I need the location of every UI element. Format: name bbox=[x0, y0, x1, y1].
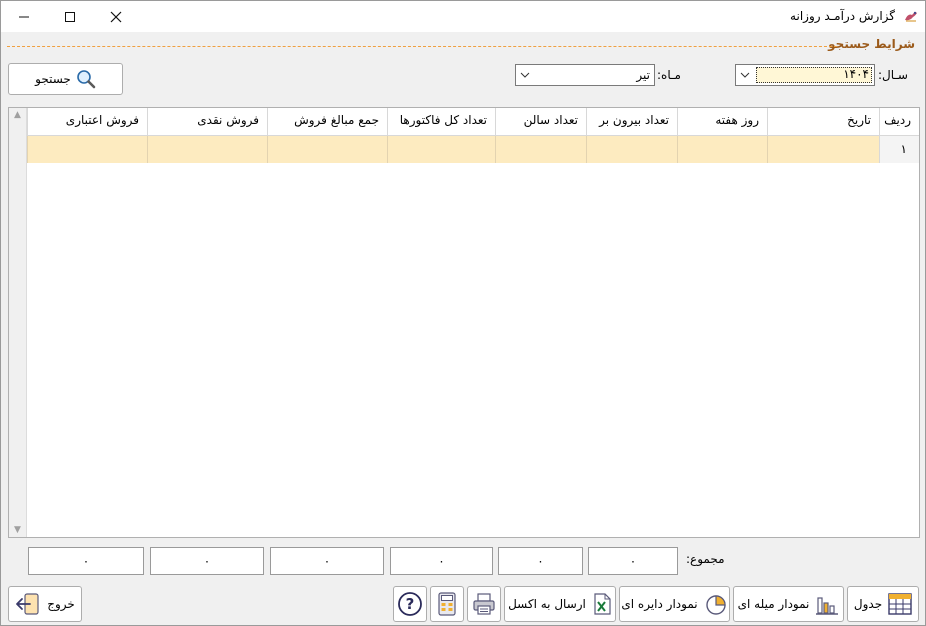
column-header[interactable]: فروش نقدی bbox=[147, 108, 267, 136]
column-header[interactable]: فروش اعتباری bbox=[27, 108, 147, 136]
table-cell[interactable] bbox=[267, 136, 387, 163]
bar-chart-button[interactable]: نمودار میله ای bbox=[733, 586, 844, 622]
year-select[interactable]: ۱۴۰۴ bbox=[735, 64, 875, 86]
pie-chart-button[interactable]: نمودار دایره ای bbox=[619, 586, 730, 622]
month-label: مـاه: bbox=[657, 68, 681, 82]
printer-icon bbox=[473, 593, 495, 615]
search-icon bbox=[77, 70, 96, 89]
print-button[interactable] bbox=[467, 586, 501, 622]
search-button-label: جستجو bbox=[35, 72, 71, 86]
exit-button[interactable]: خروج bbox=[8, 586, 82, 622]
table-cell[interactable] bbox=[495, 136, 586, 163]
minimize-button[interactable] bbox=[1, 1, 47, 32]
app-logo-icon bbox=[905, 11, 917, 22]
report-window: گزارش درآمـد روزانه شرایط جستجو سـال: ۱۴… bbox=[0, 0, 926, 626]
table-row[interactable]: ۱ bbox=[27, 136, 919, 163]
table-cell[interactable] bbox=[387, 136, 495, 163]
table-cell[interactable] bbox=[677, 136, 767, 163]
chevron-down-icon bbox=[516, 65, 534, 85]
table-view-button[interactable]: جدول bbox=[847, 586, 919, 622]
total-trip-count: ۰ bbox=[588, 547, 678, 575]
total-hall-count: ۰ bbox=[498, 547, 583, 575]
window-title: گزارش درآمـد روزانه bbox=[790, 9, 895, 23]
maximize-button[interactable] bbox=[47, 1, 93, 32]
search-criteria-title: شرایط جستجو bbox=[828, 37, 915, 51]
table-view-label: جدول bbox=[853, 597, 883, 611]
total-credit-sales: ۰ bbox=[28, 547, 144, 575]
vertical-scrollbar[interactable]: ▲ ▼ bbox=[9, 108, 27, 537]
total-invoice-count: ۰ bbox=[390, 547, 493, 575]
close-icon bbox=[110, 11, 122, 22]
total-sales-sum: ۰ bbox=[270, 547, 384, 575]
export-excel-button[interactable]: ارسال به اکسل bbox=[504, 586, 616, 622]
excel-icon bbox=[594, 593, 611, 615]
close-button[interactable] bbox=[93, 1, 139, 32]
exit-icon bbox=[16, 593, 39, 615]
column-header[interactable]: تاریخ bbox=[767, 108, 879, 136]
pie-chart-icon bbox=[705, 595, 726, 615]
pie-chart-label: نمودار دایره ای bbox=[621, 597, 698, 611]
totals-label: مجموع: bbox=[686, 552, 725, 566]
column-header[interactable]: تعداد کل فاکتورها bbox=[387, 108, 495, 136]
scroll-down-icon[interactable]: ▼ bbox=[9, 525, 26, 535]
column-header[interactable]: روز هفته bbox=[677, 108, 767, 136]
month-value: تیر bbox=[636, 68, 650, 82]
export-excel-label: ارسال به اکسل bbox=[508, 597, 586, 611]
calculator-icon bbox=[438, 592, 456, 616]
title-bar: گزارش درآمـد روزانه bbox=[1, 1, 925, 32]
total-cash-sales: ۰ bbox=[150, 547, 264, 575]
column-header[interactable]: جمع مبالغ فروش bbox=[267, 108, 387, 136]
help-icon: ? bbox=[398, 592, 422, 616]
minimize-icon bbox=[19, 16, 29, 17]
month-select[interactable]: تیر bbox=[515, 64, 655, 86]
bar-chart-icon bbox=[816, 597, 839, 615]
table-cell[interactable] bbox=[27, 136, 147, 163]
year-label: سـال: bbox=[878, 68, 908, 82]
report-grid[interactable]: ▲ ▼ ردیف تاریخ روز هفته تعداد بیرون بر تعداد… bbox=[8, 107, 920, 538]
maximize-icon bbox=[65, 11, 75, 22]
chevron-down-icon bbox=[736, 65, 754, 85]
group-divider bbox=[7, 46, 837, 47]
bar-chart-label: نمودار میله ای bbox=[737, 597, 810, 611]
exit-label: خروج bbox=[47, 597, 75, 611]
column-header[interactable]: تعداد بیرون بر bbox=[586, 108, 677, 136]
search-button[interactable]: جستجو bbox=[8, 63, 123, 95]
year-value: ۱۴۰۴ bbox=[843, 67, 869, 81]
scroll-up-icon[interactable]: ▲ bbox=[9, 110, 26, 120]
table-cell[interactable] bbox=[767, 136, 879, 163]
row-number-cell[interactable]: ۱ bbox=[879, 136, 919, 163]
grid-header-row: ردیف تاریخ روز هفته تعداد بیرون بر تعداد سال… bbox=[27, 108, 919, 136]
table-icon bbox=[888, 593, 912, 615]
calculator-button[interactable] bbox=[430, 586, 464, 622]
help-button[interactable]: ? bbox=[393, 586, 427, 622]
table-cell[interactable] bbox=[147, 136, 267, 163]
svg-text:?: ? bbox=[406, 595, 415, 613]
column-header[interactable]: ردیف bbox=[879, 108, 919, 136]
table-cell[interactable] bbox=[586, 136, 677, 163]
column-header[interactable]: تعداد سالن bbox=[495, 108, 586, 136]
